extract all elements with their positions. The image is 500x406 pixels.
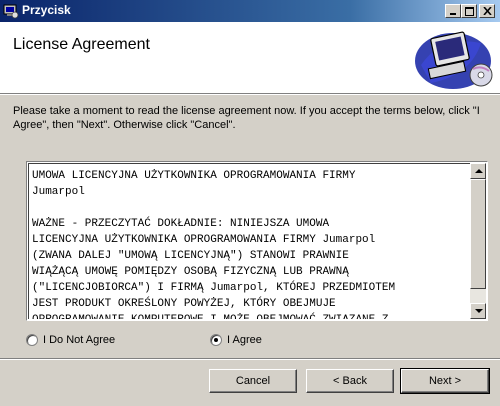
instruction-text: Please take a moment to read the license… (13, 105, 480, 131)
license-text: UMOWA LICENCYJNA UŻYTKOWNIKA OPROGRAMOWA… (32, 170, 396, 319)
radio-agree-circle[interactable] (210, 334, 222, 346)
back-button[interactable]: < Back (306, 369, 394, 393)
maximize-button[interactable] (461, 4, 477, 18)
window-title: Przycisk (22, 3, 71, 17)
scroll-down-button[interactable] (470, 303, 486, 319)
radio-agree-label[interactable]: I Agree (227, 334, 262, 346)
scroll-up-button[interactable] (470, 163, 486, 179)
title-bar: Przycisk (0, 0, 500, 22)
computer-monitor-cd-icon (415, 31, 493, 89)
page-title: License Agreement (13, 36, 150, 53)
maximize-icon (465, 7, 474, 16)
license-textbox[interactable]: UMOWA LICENCYJNA UŻYTKOWNIKA OPROGRAMOWA… (26, 161, 488, 321)
minimize-icon (450, 13, 456, 15)
next-button[interactable]: Next > (400, 368, 490, 394)
arrow-down-icon (475, 309, 483, 313)
license-viewport: UMOWA LICENCYJNA UŻYTKOWNIKA OPROGRAMOWA… (28, 163, 472, 319)
cancel-button[interactable]: Cancel (209, 369, 297, 393)
header-panel: License Agreement (0, 22, 500, 93)
installer-app-icon (3, 4, 19, 19)
minimize-button[interactable] (445, 4, 461, 18)
scroll-thumb[interactable] (470, 179, 486, 289)
radio-disagree-label[interactable]: I Do Not Agree (43, 334, 115, 346)
radio-disagree-circle[interactable] (26, 334, 38, 346)
license-scrollbar[interactable] (470, 163, 486, 319)
arrow-up-icon (475, 169, 483, 173)
radio-selected-dot (214, 338, 218, 342)
close-icon (483, 7, 492, 15)
close-button[interactable] (479, 4, 495, 18)
header-separator (0, 93, 500, 95)
footer-separator (0, 358, 500, 360)
